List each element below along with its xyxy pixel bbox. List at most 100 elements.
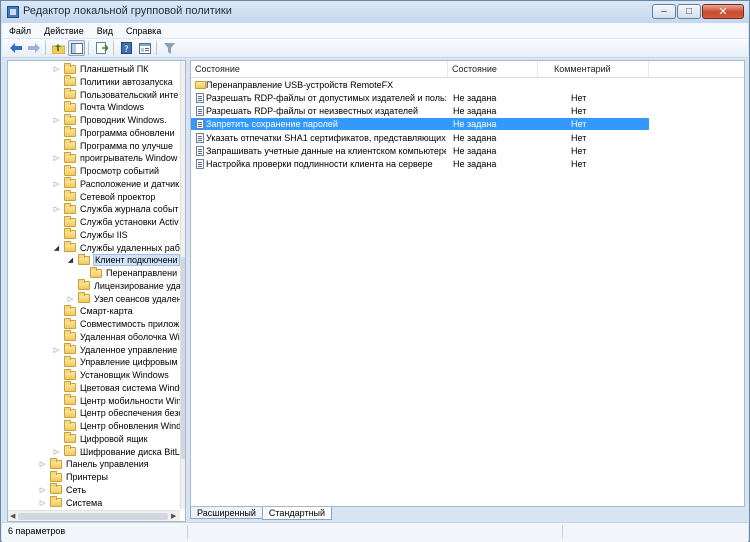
tree-item[interactable]: ▷ Проводник Windows.: [52, 113, 167, 126]
tree-item[interactable]: ◢ Службы удаленных раб: [52, 241, 180, 254]
tree-item[interactable]: Службы IIS: [52, 228, 128, 241]
tree-item[interactable]: ▷ проигрыватель Window: [52, 151, 177, 164]
tree-item[interactable]: Совместимость прилож: [52, 317, 179, 330]
tree-item[interactable]: Лицензирование уда: [66, 279, 181, 292]
tree-item[interactable]: ◢ Клиент подключени: [66, 253, 180, 267]
maximize-button[interactable]: □: [677, 4, 701, 19]
tab-extended[interactable]: Расширенный: [190, 507, 263, 519]
setting-state-cell: Не задана: [453, 146, 497, 156]
forward-button[interactable]: [25, 40, 42, 56]
folder-icon: [50, 496, 62, 507]
tree-item[interactable]: Цифровой ящик: [52, 432, 148, 445]
tree-item[interactable]: Центр мобильности Win: [52, 394, 181, 407]
column-header-comment[interactable]: Комментарий: [538, 61, 649, 77]
tree-item[interactable]: Установщик Windows: [52, 368, 169, 381]
tree-item[interactable]: Принтеры: [38, 470, 108, 483]
title-bar[interactable]: Редактор локальной групповой политики – …: [1, 1, 749, 23]
tree-item[interactable]: Служба установки Activ: [52, 215, 179, 228]
tree-item[interactable]: Пользовательский инте: [52, 88, 178, 101]
collapsed-triangle-icon[interactable]: ▷: [52, 344, 61, 356]
column-header-state[interactable]: Состояние: [448, 61, 538, 77]
tree-item[interactable]: Цветовая система Windo: [52, 381, 184, 394]
menu-action[interactable]: Действие: [37, 26, 90, 36]
expander-placeholder: [52, 229, 61, 241]
column-header-setting[interactable]: Состояние: [191, 61, 448, 77]
collapsed-triangle-icon[interactable]: ▷: [52, 203, 61, 215]
properties-button[interactable]: [136, 40, 153, 56]
tree-vertical-scrollbar[interactable]: [180, 61, 185, 509]
collapsed-triangle-icon[interactable]: ▷: [52, 63, 61, 75]
tree-item[interactable]: Центр обновления Wind: [52, 419, 182, 432]
tree-item[interactable]: Программа по улучше: [52, 139, 173, 152]
tree-item-label: Служба журнала событ: [80, 204, 179, 215]
collapsed-triangle-icon[interactable]: ▷: [38, 458, 47, 470]
tree-item[interactable]: ▷ Расположение и датчик: [52, 177, 179, 190]
filter-button[interactable]: [161, 40, 178, 56]
tree-item[interactable]: ▷ Система: [38, 496, 102, 509]
policy-setting-icon: [196, 146, 204, 156]
scroll-left-icon[interactable]: ◀: [10, 512, 15, 520]
tree-item[interactable]: ▷ Удаленное управление: [52, 343, 177, 356]
menu-file[interactable]: Файл: [2, 26, 37, 36]
expander-placeholder: [52, 101, 61, 113]
collapsed-triangle-icon[interactable]: ▷: [38, 497, 47, 509]
show-hide-tree-button[interactable]: [68, 40, 85, 56]
table-row[interactable]: Настройка проверки подлинности клиента н…: [191, 158, 649, 170]
tree-item[interactable]: ▷ Узел сеансов удален: [66, 292, 182, 305]
close-button[interactable]: ✕: [702, 4, 744, 19]
up-level-button[interactable]: [50, 40, 67, 56]
tree-horizontal-scroll-thumb[interactable]: [18, 513, 168, 520]
tree-item-label: Почта Windows: [80, 102, 145, 113]
setting-state-cell: Не задана: [453, 119, 497, 130]
expander-placeholder: [52, 356, 61, 368]
collapsed-triangle-icon[interactable]: ▷: [38, 484, 47, 496]
folder-icon: [90, 266, 102, 278]
tree-item[interactable]: ▷ Шифрование диска BitL: [52, 445, 180, 458]
folder-icon: [195, 80, 206, 89]
table-row[interactable]: Запретить сохранение паролей Не задана Нет: [191, 118, 649, 131]
tree-horizontal-scrollbar[interactable]: ◀ ▶: [8, 510, 180, 521]
settings-list[interactable]: Состояние Состояние Комментарий Перенапр…: [190, 60, 745, 507]
tree-item[interactable]: Сетевой проектор: [52, 190, 155, 203]
collapsed-triangle-icon[interactable]: ▷: [66, 293, 75, 305]
tree-item[interactable]: Перенаправлени: [78, 266, 177, 279]
table-row[interactable]: Запрашивать учетные данные на клиентском…: [191, 145, 649, 157]
tree-item-label: Смарт-карта: [80, 306, 133, 317]
tree-item[interactable]: ▷ Сеть: [38, 483, 86, 496]
tree-item[interactable]: Политики автозапуска: [52, 75, 173, 88]
tree-item[interactable]: Программа обновлени: [52, 126, 175, 139]
table-row[interactable]: Перенаправление USB-устройств RemoteFX: [191, 79, 649, 91]
help-button[interactable]: ?: [118, 40, 135, 56]
back-button[interactable]: [7, 40, 24, 56]
minimize-button[interactable]: –: [652, 4, 676, 19]
expander-placeholder: [52, 191, 61, 203]
tree-item-label: Планшетный ПК: [80, 64, 149, 74]
tree-item[interactable]: Удаленная оболочка Wi: [52, 330, 180, 343]
expanded-triangle-icon[interactable]: ◢: [66, 254, 75, 266]
scroll-right-icon[interactable]: ▶: [171, 512, 176, 520]
table-row[interactable]: Указать отпечатки SHA1 сертификатов, пре…: [191, 132, 649, 144]
tree-vertical-scroll-thumb[interactable]: [181, 257, 185, 459]
tab-standard[interactable]: Стандартный: [261, 507, 333, 520]
tree-item-label: Центр обновления Wind: [80, 421, 182, 431]
collapsed-triangle-icon[interactable]: ▷: [52, 178, 61, 190]
collapsed-triangle-icon[interactable]: ▷: [52, 152, 61, 164]
menu-view[interactable]: Вид: [90, 26, 119, 36]
tree-item[interactable]: Почта Windows: [52, 100, 145, 113]
table-row[interactable]: Разрешать RDP-файлы от неизвестных издат…: [191, 105, 649, 117]
tree-item[interactable]: Смарт-карта: [52, 304, 133, 317]
tree-item[interactable]: Просмотр событий: [52, 164, 159, 177]
tree-item-label: Программа обновлени: [80, 127, 175, 138]
tree-item[interactable]: Центр обеспечения безо: [52, 406, 183, 419]
expanded-triangle-icon[interactable]: ◢: [52, 242, 61, 254]
menu-help[interactable]: Справка: [119, 26, 167, 36]
collapsed-triangle-icon[interactable]: ▷: [52, 114, 61, 126]
tree-item[interactable]: Управление цифровым: [52, 355, 178, 368]
export-list-button[interactable]: [93, 40, 110, 56]
tree-item[interactable]: ▷ Планшетный ПК: [52, 62, 149, 75]
collapsed-triangle-icon[interactable]: ▷: [52, 446, 61, 458]
tree-item[interactable]: ▷ Служба журнала событ: [52, 202, 179, 215]
tree-item[interactable]: ▷ Панель управления: [38, 457, 149, 470]
console-tree[interactable]: ▷ Планшетный ПК Политики автозапуска Пользо…: [7, 60, 186, 522]
table-row[interactable]: Разрешать RDP-файлы от допустимых издате…: [191, 92, 649, 104]
